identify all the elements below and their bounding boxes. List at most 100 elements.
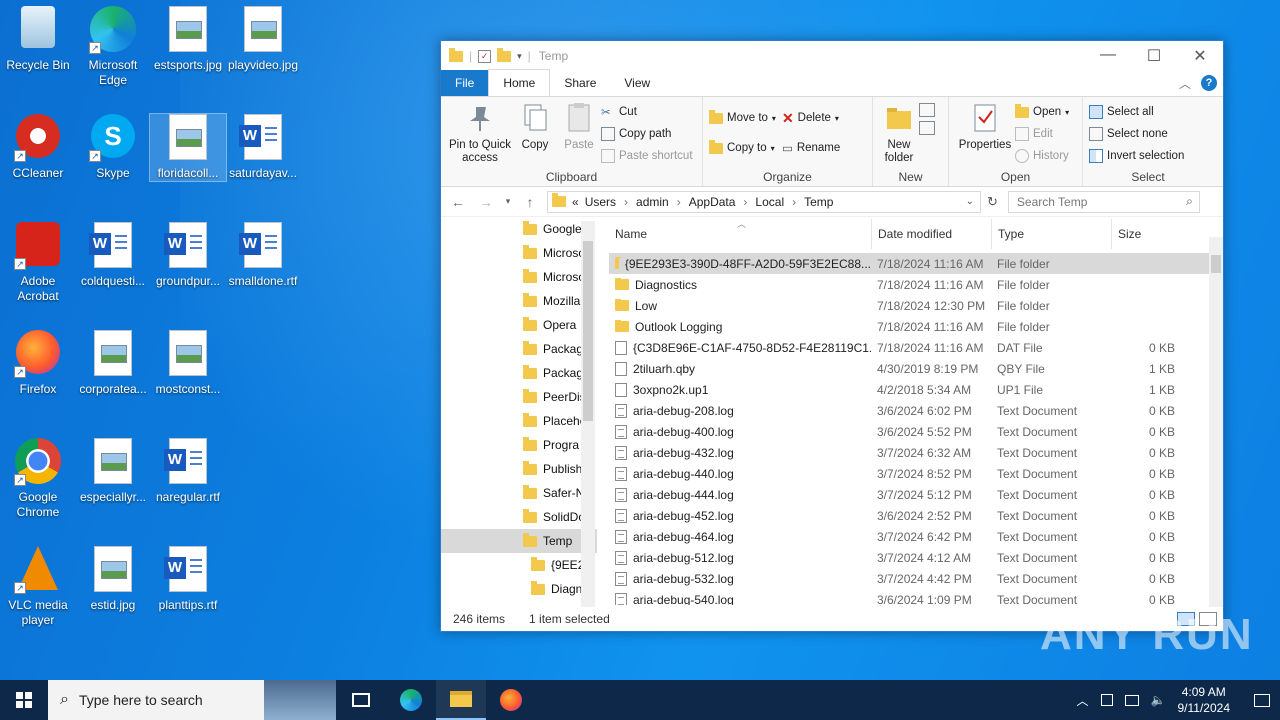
breadcrumb-separator-icon[interactable]: › <box>624 195 628 209</box>
desktop-icon-groundpur-file[interactable]: Wgroundpur... <box>150 222 226 289</box>
nav-item[interactable]: Publish <box>441 457 597 481</box>
forward-button[interactable]: → <box>475 194 497 210</box>
taskbar-search-input[interactable]: ⌕ Type here to search <box>48 680 336 720</box>
invert-selection-button[interactable]: Invert selection <box>1089 147 1184 165</box>
task-view-button[interactable] <box>336 680 386 720</box>
properties-check-icon[interactable]: ✓ <box>478 49 492 63</box>
file-row[interactable]: aria-debug-532.log 3/7/2024 4:42 PM Text D… <box>609 568 1209 589</box>
tab-share[interactable]: Share <box>550 70 610 96</box>
search-input[interactable]: Search Temp ⌕ <box>1007 190 1200 213</box>
clock[interactable]: 4:09 AM 9/11/2024 <box>1178 684 1231 716</box>
close-button[interactable]: ✕ <box>1177 46 1223 66</box>
breadcrumb-separator-icon[interactable]: › <box>677 195 681 209</box>
desktop-icon-naregular-rtf[interactable]: Wnaregular.rtf <box>150 438 226 505</box>
tray-device-icon[interactable] <box>1100 694 1113 706</box>
new-item-icon[interactable] <box>919 103 935 117</box>
minimize-button[interactable]: — <box>1085 46 1131 66</box>
address-bar[interactable]: « Users › admin › AppData › Local › Temp ⌄ <box>547 190 981 213</box>
nav-item[interactable]: Placeho <box>441 409 597 433</box>
column-size[interactable]: Size <box>1111 219 1181 249</box>
desktop-icon-corporatea-file[interactable]: corporatea... <box>75 330 151 397</box>
nav-item[interactable]: Microso <box>441 241 597 265</box>
nav-item[interactable]: Opera <box>441 313 597 337</box>
edit-button[interactable]: Edit <box>1015 125 1069 143</box>
nav-item[interactable]: Packag <box>441 337 597 361</box>
column-date[interactable]: Date modified <box>871 219 991 249</box>
customize-dropdown-icon[interactable]: ▾ <box>517 51 522 62</box>
desktop-icon-ccleaner[interactable]: ↗ CCleaner <box>0 114 76 181</box>
file-list-scrollbar[interactable] <box>1209 237 1223 607</box>
breadcrumb-separator-icon[interactable]: › <box>792 195 796 209</box>
file-row[interactable]: aria-debug-440.log 3/7/2024 8:52 PM Text D… <box>609 463 1209 484</box>
select-all-button[interactable]: Select all <box>1089 103 1184 121</box>
desktop-icon-mostconst-file[interactable]: mostconst... <box>150 330 226 397</box>
nav-item[interactable]: Mozilla <box>441 289 597 313</box>
refresh-icon[interactable]: ↻ <box>987 194 998 210</box>
desktop-icon-vlc-media-player[interactable]: ↗ VLC media player <box>0 546 76 628</box>
new-folder-icon[interactable] <box>497 47 512 62</box>
breadcrumb-appdata[interactable]: AppData <box>689 195 736 209</box>
file-row[interactable]: {C3D8E96E-C1AF-4750-8D52-F4E28119C1... 7/… <box>609 337 1209 358</box>
taskbar-firefox[interactable] <box>486 680 536 720</box>
nav-item[interactable]: Progra <box>441 433 597 457</box>
rename-button[interactable]: ▭ Rename <box>782 139 840 157</box>
desktop-icon-skype[interactable]: S ↗ Skype <box>75 114 151 181</box>
file-row[interactable]: {9EE293E3-390D-48FF-A2D0-59F3E2EC88... 7/… <box>609 253 1209 274</box>
breadcrumb-users[interactable]: Users <box>585 195 616 209</box>
scroll-thumb[interactable] <box>583 241 593 421</box>
file-row[interactable]: aria-debug-512.log 3/7/2024 4:12 AM Text D… <box>609 547 1209 568</box>
network-icon[interactable] <box>1124 694 1139 706</box>
file-explorer-window[interactable]: | ✓ ▾ | Temp — ☐ ✕ File Home Share View … <box>440 40 1224 632</box>
tab-view[interactable]: View <box>610 70 664 96</box>
history-button[interactable]: History <box>1015 147 1069 165</box>
desktop-icon-firefox[interactable]: ↗ Firefox <box>0 330 76 397</box>
open-button[interactable]: Open ▾ <box>1015 103 1069 121</box>
nav-item[interactable]: Diagn <box>441 577 597 601</box>
nav-item[interactable]: Packag <box>441 361 597 385</box>
desktop-icon-saturdayav-file[interactable]: Wsaturdayav... <box>225 114 301 181</box>
copy-to-button[interactable]: Copy to ▾ <box>709 139 776 157</box>
file-row[interactable]: aria-debug-400.log 3/6/2024 5:52 PM Text D… <box>609 421 1209 442</box>
nav-item[interactable]: SolidDo <box>441 505 597 529</box>
start-button[interactable] <box>0 680 48 720</box>
tab-home[interactable]: Home <box>488 69 551 96</box>
file-row[interactable]: 2tiluarh.qby 4/30/2019 8:19 PM QBY File 1 K… <box>609 358 1209 379</box>
desktop-icon-adobe-acrobat[interactable]: ↗ Adobe Acrobat <box>0 222 76 304</box>
taskbar-file-explorer[interactable] <box>436 680 486 720</box>
file-list-scroll-thumb[interactable] <box>1211 255 1221 273</box>
back-button[interactable]: ← <box>447 194 469 210</box>
desktop-icon-microsoft-edge[interactable]: ↗ Microsoft Edge <box>75 6 151 88</box>
nav-item[interactable]: Microso <box>441 265 597 289</box>
nav-item[interactable]: PeerDis <box>441 385 597 409</box>
breadcrumb-local[interactable]: Local <box>755 195 784 209</box>
file-row[interactable]: Low 7/18/2024 12:30 PM File folder <box>609 295 1209 316</box>
file-row[interactable]: aria-debug-208.log 3/6/2024 6:02 PM Text D… <box>609 400 1209 421</box>
help-icon[interactable]: ? <box>1201 75 1217 91</box>
desktop-icon-recycle-bin[interactable]: Recycle Bin <box>0 6 76 73</box>
address-dropdown-icon[interactable]: ⌄ <box>966 196 974 207</box>
desktop-icon-estsports-jpg[interactable]: estsports.jpg <box>150 6 226 73</box>
desktop-icon-floridacoll-file[interactable]: floridacoll... <box>149 113 227 182</box>
tab-file[interactable]: File <box>441 70 489 96</box>
file-row[interactable]: aria-debug-464.log 3/7/2024 6:42 PM Text D… <box>609 526 1209 547</box>
breadcrumb-separator-icon[interactable]: › <box>743 195 747 209</box>
file-row[interactable]: Diagnostics 7/18/2024 11:16 AM File folder <box>609 274 1209 295</box>
desktop-icon-smalldone-rtf[interactable]: Wsmalldone.rtf <box>225 222 301 289</box>
desktop-icon-planttips-rtf[interactable]: Wplanttips.rtf <box>150 546 226 613</box>
breadcrumb-admin[interactable]: admin <box>636 195 669 209</box>
column-type[interactable]: Type <box>991 219 1111 249</box>
file-row[interactable]: 3oxpno2k.up1 4/2/2018 5:34 AM UP1 File 1 KB <box>609 379 1209 400</box>
desktop-icon-playvideo-jpg[interactable]: playvideo.jpg <box>225 6 301 73</box>
navigation-pane[interactable]: Google Microso Microso Mozilla Opera Packag Pa… <box>441 217 597 603</box>
desktop-icon-estid-jpg[interactable]: estid.jpg <box>75 546 151 613</box>
move-to-button[interactable]: Move to ▾ <box>709 109 776 127</box>
nav-item[interactable]: Google <box>441 217 597 241</box>
select-none-button[interactable]: Select none <box>1089 125 1184 143</box>
desktop-icon-google-chrome[interactable]: ↗ Google Chrome <box>0 438 76 520</box>
up-button[interactable]: ↑ <box>519 194 541 210</box>
taskbar-edge[interactable] <box>386 680 436 720</box>
notifications-icon[interactable] <box>1254 693 1270 707</box>
file-row[interactable]: aria-debug-444.log 3/7/2024 5:12 PM Text D… <box>609 484 1209 505</box>
file-row[interactable]: aria-debug-452.log 3/6/2024 2:52 PM Text D… <box>609 505 1209 526</box>
breadcrumb-temp[interactable]: Temp <box>804 195 833 209</box>
